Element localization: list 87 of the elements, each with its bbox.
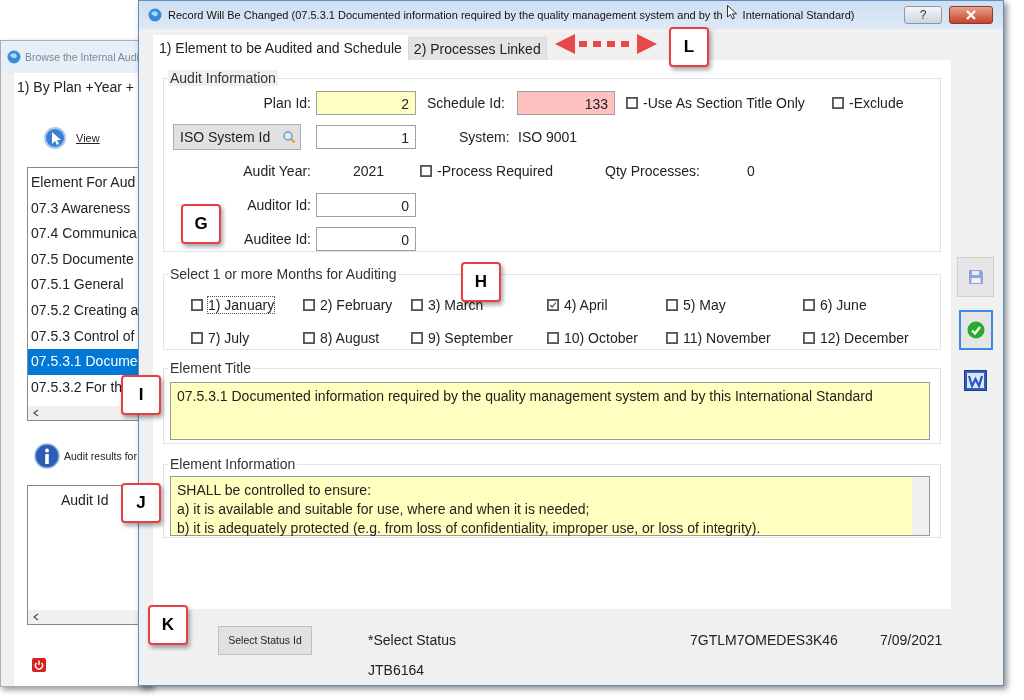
status-text: 7GTLM7OMEDES3K46 [690, 632, 839, 648]
scroll-left-icon [32, 409, 40, 417]
status-text: JTB6164 [368, 662, 426, 678]
checkbox-label[interactable]: 7) July [208, 329, 250, 346]
checkbox[interactable] [303, 298, 315, 311]
tab[interactable]: 2) Processes Linked [407, 37, 547, 60]
group-title: Element Title [169, 360, 252, 376]
checkbox[interactable] [303, 331, 315, 344]
field-label: Qty Processes: [605, 163, 701, 179]
checkbox[interactable] [547, 331, 559, 344]
text-area[interactable]: SHALL be controlled to ensure: a) it is available and suitable for use, where and when it is needed; b) it is adequately protected (e.g. from loss of confidentiality, improper use, or loss of integrity). [170, 476, 930, 536]
scrollbar[interactable] [912, 477, 929, 535]
tab[interactable]: 1) Element to be Audited and Schedule [153, 35, 408, 60]
checkmark-icon [966, 321, 985, 339]
checkbox[interactable] [626, 97, 638, 109]
checkbox-label[interactable]: 4) April [564, 296, 608, 313]
checkbox-label[interactable]: 9) September [428, 329, 513, 346]
checkbox[interactable] [420, 165, 432, 177]
lookup-button[interactable]: ISO System Id [173, 124, 301, 150]
checkbox[interactable] [666, 298, 678, 311]
callout-label: H [461, 262, 501, 302]
checkbox[interactable] [547, 298, 559, 311]
search-icon [282, 130, 296, 144]
checkbox-label[interactable]: 5) May [683, 296, 726, 313]
checkbox-label[interactable]: 11) November [683, 329, 771, 346]
status-text: 7/09/2021 [880, 632, 944, 648]
group-title: Element Information [169, 456, 297, 472]
scroll-left-icon [32, 613, 40, 621]
checkbox-label[interactable]: 10) October [564, 329, 638, 346]
checkbox-label[interactable]: 2) February [320, 296, 393, 313]
view-link[interactable]: View [76, 132, 100, 144]
field-value: 0 [747, 163, 755, 179]
help-button[interactable]: ? [904, 6, 942, 24]
group-title: Select 1 or more Months for Auditing [169, 266, 398, 282]
close-button[interactable] [949, 6, 993, 24]
callout-label: I [121, 375, 161, 415]
field-value: 2021 [352, 163, 386, 179]
callout-label: G [181, 204, 221, 244]
callout-label: L [669, 27, 709, 67]
field-label: Schedule Id: [427, 95, 506, 111]
input-field[interactable]: 133 [517, 91, 615, 115]
checkbox[interactable] [191, 331, 203, 344]
checkbox-label[interactable]: 12) December [820, 329, 909, 346]
save-icon [966, 268, 985, 286]
field-label: Auditor Id: [246, 197, 311, 213]
checkbox-label[interactable]: -Use As Section Title Only [643, 95, 805, 111]
window-title: Browse the Internal Audi [25, 51, 139, 63]
checkbox-label[interactable]: 8) August [320, 329, 380, 346]
document-w-icon[interactable] [964, 370, 987, 391]
checkbox-label[interactable]: 1) January [208, 296, 275, 313]
checkbox[interactable] [803, 331, 815, 344]
callout-label: K [148, 605, 188, 645]
button-label: ISO System Id [180, 129, 271, 145]
select-status-button[interactable]: Select Status Id [218, 625, 312, 655]
field-label: Audit Year: [242, 163, 311, 179]
callout-label: J [121, 483, 161, 523]
text-area[interactable]: 07.5.3.1 Documented information required by the quality management system and by this International Standard [170, 382, 930, 440]
checkbox[interactable] [832, 97, 844, 109]
checkbox-label[interactable]: -Exclude [849, 95, 904, 111]
input-field[interactable]: 1 [316, 125, 416, 149]
field-label: System: [459, 129, 511, 145]
mouse-pointer-icon [726, 5, 737, 20]
app-icon [7, 50, 21, 64]
field-label: Auditee Id: [243, 231, 311, 247]
field-value: ISO 9001 [518, 129, 578, 145]
checkbox[interactable] [411, 331, 423, 344]
confirm-button[interactable] [958, 310, 993, 350]
label-text: Audit results for [64, 450, 137, 462]
checkbox[interactable] [666, 331, 678, 344]
checkbox[interactable] [191, 298, 203, 311]
window-title: International Standard) [742, 9, 856, 21]
app-icon [148, 8, 162, 22]
group-title: Audit Information [168, 70, 278, 86]
input-field[interactable]: 0 [316, 227, 416, 251]
checkbox[interactable] [803, 298, 815, 311]
close-icon [965, 10, 977, 20]
window-title: Record Will Be Changed (07.5.3.1 Documented information required by the quality management system and by th [168, 9, 723, 21]
checkbox[interactable] [411, 298, 423, 311]
checkbox-label[interactable]: 6) June [820, 296, 867, 313]
info-icon [34, 443, 60, 469]
input-field[interactable]: 2 [316, 91, 416, 115]
status-text: *Select Status [368, 632, 457, 648]
input-field[interactable]: 0 [316, 193, 416, 217]
power-icon [32, 658, 46, 672]
checkbox-label[interactable]: -Process Required [437, 163, 553, 179]
pointer-icon [42, 125, 68, 151]
field-label: Plan Id: [262, 95, 311, 111]
